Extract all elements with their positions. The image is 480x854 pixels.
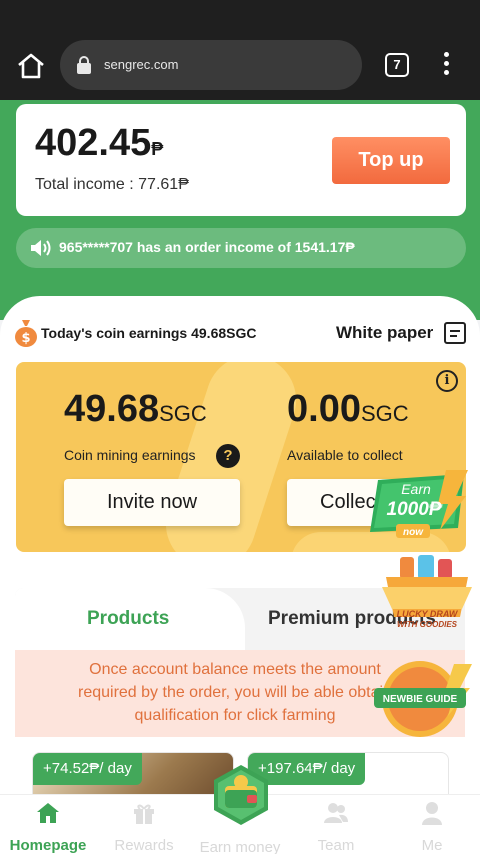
info-icon[interactable]: i	[436, 370, 458, 392]
nav-team-label: Team	[317, 837, 355, 854]
mining-earnings-value: 49.68SGC	[64, 388, 207, 431]
help-icon[interactable]: ?	[216, 444, 240, 468]
tabs-icon[interactable]: 7	[385, 53, 409, 77]
coin-earnings-title: Today's coin earnings 49.68SGC	[41, 325, 257, 341]
home-icon[interactable]	[16, 52, 46, 80]
document-icon[interactable]	[444, 322, 466, 344]
nav-rewards-label: Rewards	[114, 837, 174, 854]
collect-value-display: 0.00SGC	[287, 388, 409, 431]
lucky-badge-line1: LUCKY DRAW	[397, 609, 459, 619]
nav-homepage-label: Homepage	[9, 837, 87, 854]
topup-button[interactable]: Top up	[332, 137, 450, 184]
white-paper-link[interactable]: White paper	[336, 323, 433, 343]
lucky-badge-line2: WITH GOODIES	[397, 620, 458, 629]
nav-homepage[interactable]: Homepage	[0, 795, 96, 854]
wallet-icon[interactable]	[210, 764, 272, 826]
tab-products-label: Products	[87, 608, 170, 629]
speaker-icon	[31, 240, 51, 256]
earn-1000-badge[interactable]: Earn 1000₱ now	[368, 470, 468, 542]
nav-rewards[interactable]: Rewards	[96, 795, 192, 854]
earn-badge-line3: now	[403, 527, 424, 538]
earn-badge-line2: 1000₱	[387, 499, 443, 520]
mining-unit: SGC	[159, 401, 207, 426]
earn-badge-line1: Earn	[401, 481, 431, 497]
gift-icon	[134, 804, 154, 824]
order-notice-bar: 965*****707 has an order income of 1541.…	[16, 228, 466, 268]
nav-team[interactable]: Team	[288, 795, 384, 854]
nav-earn-money-label: Earn money	[199, 839, 281, 854]
nav-me[interactable]: Me	[384, 795, 480, 854]
lucky-draw-badge[interactable]: LUCKY DRAW WITH GOODIES	[382, 553, 472, 633]
invite-now-button[interactable]: Invite now	[64, 479, 240, 526]
collect-label: Available to collect	[287, 447, 403, 463]
url-text: sengrec.com	[104, 57, 179, 72]
balance-card: 402.45₱ Total income : 77.61₱ Top up	[16, 104, 466, 216]
team-icon	[324, 803, 348, 823]
address-bar[interactable]: sengrec.com	[60, 40, 362, 90]
tab-products[interactable]: Products	[15, 588, 245, 650]
notice-text: 965*****707 has an order income of 1541.…	[59, 239, 355, 255]
balance-currency: ₱	[151, 139, 164, 159]
mining-earnings-label: Coin mining earnings	[64, 447, 196, 463]
balance-value: 402.45	[35, 122, 152, 164]
nav-me-label: Me	[421, 837, 443, 854]
lock-icon	[77, 56, 91, 74]
svg-text:$: $	[21, 331, 30, 346]
mining-value: 49.68	[64, 388, 160, 430]
home-icon	[37, 803, 59, 823]
newbie-guide-badge[interactable]: NEWBIE GUIDE	[368, 658, 474, 740]
total-income: Total income : 77.61₱	[35, 176, 189, 193]
product-price-tag: +74.52₱/ day	[33, 753, 142, 785]
browser-toolbar: sengrec.com 7	[0, 0, 480, 100]
money-bag-icon: $	[15, 320, 37, 347]
newbie-badge-text: NEWBIE GUIDE	[383, 694, 458, 705]
collect-unit: SGC	[360, 401, 409, 426]
balance-amount: 402.45₱	[35, 122, 163, 165]
person-icon	[422, 802, 442, 825]
more-vert-icon[interactable]	[438, 52, 454, 78]
collect-value: 0.00	[287, 388, 361, 430]
